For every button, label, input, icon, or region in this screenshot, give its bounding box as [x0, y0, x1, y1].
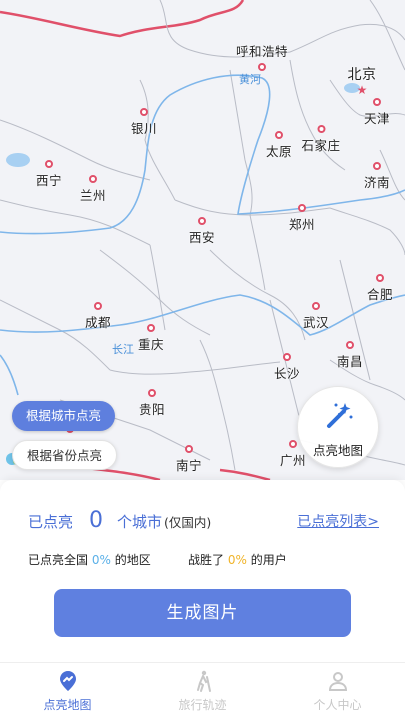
city-marker-icon	[93, 302, 102, 310]
tab-label: 点亮地图	[43, 698, 92, 712]
stats-panel: 已点亮 0 个城市 (仅国内) 已点亮列表> 已点亮全国 0% 的地区 战胜了 …	[0, 480, 405, 662]
city-label: 天津	[363, 111, 391, 126]
city-xian[interactable]: 西安	[189, 217, 215, 246]
city-label: 南宁	[175, 458, 203, 473]
city-wuhan[interactable]: 武汉	[303, 302, 329, 331]
city-lanzhou[interactable]: 兰州	[80, 175, 106, 204]
city-label: 郑州	[288, 217, 316, 232]
beat-suffix: 的用户	[250, 553, 287, 567]
beat-pct: 0%	[227, 553, 247, 567]
city-marker-icon	[274, 131, 283, 139]
city-label: 银川	[130, 121, 158, 136]
city-chongqing[interactable]: 重庆	[138, 324, 164, 353]
city-label: 石家庄	[301, 138, 341, 153]
city-label: 武汉	[302, 315, 330, 330]
city-marker-icon	[197, 217, 206, 225]
capital-star-icon: ★	[356, 83, 368, 97]
map-pin-icon	[59, 671, 76, 691]
city-marker-icon	[139, 108, 148, 116]
city-marker-icon	[372, 162, 381, 170]
city-label: 呼和浩特	[235, 44, 289, 59]
city-label: 西安	[188, 230, 216, 245]
city-marker-icon	[147, 389, 156, 397]
city-label: 贵阳	[138, 402, 166, 417]
light-by-province-button[interactable]: 根据省份点亮	[12, 440, 118, 470]
city-marker-icon	[345, 341, 354, 349]
national-coverage: 已点亮全国 0% 的地区	[28, 551, 151, 568]
city-guiyang[interactable]: 贵阳	[139, 389, 165, 418]
city-label: 兰州	[79, 188, 107, 203]
national-pct: 0%	[91, 553, 111, 567]
china-map[interactable]: 黄河 长江 呼和浩特 北京 ★ 天津 银川 太原 石家庄 西宁 兰州 济南 郑州 …	[0, 0, 405, 480]
river-label-yellow: 黄河	[239, 73, 261, 86]
tab-light-map[interactable]: 点亮地图	[0, 663, 135, 720]
city-nanning[interactable]: 南宁	[176, 445, 202, 474]
light-map-label: 点亮地图	[312, 443, 363, 458]
city-nanchang[interactable]: 南昌	[337, 341, 363, 370]
city-marker-icon	[372, 98, 381, 106]
user-icon	[328, 672, 347, 691]
national-prefix: 已点亮全国	[28, 553, 89, 567]
national-border-south	[219, 468, 271, 480]
city-taiyuan[interactable]: 太原	[266, 131, 292, 160]
city-label: 太原	[265, 144, 293, 159]
river-label-yangtze: 长江	[112, 343, 134, 356]
city-marker-icon	[316, 125, 325, 133]
city-label: 南昌	[336, 354, 364, 369]
city-marker-icon	[288, 440, 297, 448]
lake	[6, 153, 30, 167]
city-label: 合肥	[366, 287, 394, 302]
city-chengdu[interactable]: 成都	[85, 302, 111, 331]
lit-suffix: 个城市	[117, 513, 163, 531]
city-xining[interactable]: 西宁	[36, 160, 62, 189]
city-label: 济南	[363, 175, 391, 190]
bottom-tab-bar: 点亮地图 旅行轨迹 个人中心	[0, 662, 405, 720]
light-map-button[interactable]: 点亮地图	[297, 386, 379, 468]
national-suffix: 的地区	[114, 553, 151, 567]
city-label: 西宁	[35, 173, 63, 188]
tab-travel-track[interactable]: 旅行轨迹	[135, 663, 270, 720]
tab-label: 旅行轨迹	[178, 698, 227, 712]
hiker-icon	[196, 670, 211, 692]
light-by-city-button[interactable]: 根据城市点亮	[12, 401, 116, 431]
city-marker-icon	[184, 445, 193, 453]
magic-wand-icon	[327, 403, 353, 428]
city-marker-icon	[311, 302, 320, 310]
lit-scope: (仅国内)	[164, 515, 212, 530]
city-changsha[interactable]: 长沙	[274, 353, 300, 382]
tab-profile[interactable]: 个人中心	[270, 663, 405, 720]
city-yinchuan[interactable]: 银川	[131, 108, 157, 137]
city-marker-icon	[257, 63, 266, 71]
lit-count: 0	[89, 508, 104, 533]
city-label: 北京	[347, 67, 377, 83]
city-marker-icon	[44, 160, 53, 168]
city-marker-icon	[375, 274, 384, 282]
beat-prefix: 战胜了	[188, 553, 225, 567]
city-label: 重庆	[137, 337, 165, 352]
city-marker-icon	[297, 204, 306, 212]
city-marker-icon	[282, 353, 291, 361]
city-hefei[interactable]: 合肥	[367, 274, 393, 303]
city-tianjin[interactable]: 天津	[364, 98, 390, 127]
city-zhengzhou[interactable]: 郑州	[289, 204, 315, 233]
city-jinan[interactable]: 济南	[364, 162, 390, 191]
lit-prefix: 已点亮	[28, 513, 74, 531]
lit-cities-summary: 已点亮 0 个城市 (仅国内)	[28, 508, 211, 533]
city-hohhot[interactable]: 呼和浩特	[236, 41, 288, 73]
city-marker-icon	[88, 175, 97, 183]
lit-list-link[interactable]: 已点亮列表>	[297, 511, 379, 531]
city-beijing[interactable]: 北京 ★	[348, 64, 377, 97]
city-marker-icon	[146, 324, 155, 332]
city-shijiazhuang[interactable]: 石家庄	[301, 125, 340, 154]
tab-label: 个人中心	[313, 698, 362, 712]
generate-image-button[interactable]: 生成图片	[54, 589, 351, 637]
city-label: 成都	[84, 315, 112, 330]
national-border	[0, 0, 245, 38]
beat-users: 战胜了 0% 的用户	[188, 551, 287, 568]
city-label: 长沙	[273, 366, 301, 381]
